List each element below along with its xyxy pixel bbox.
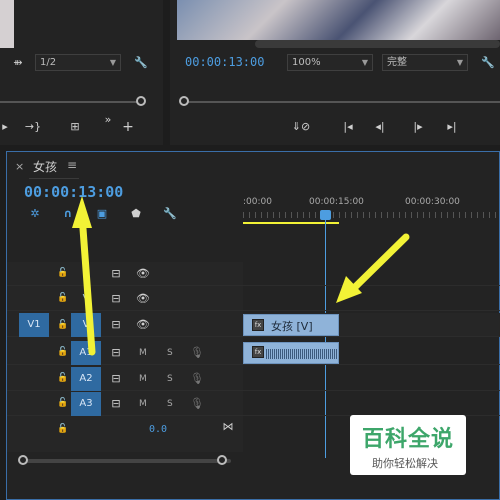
chevron-down-icon: ▼: [361, 58, 368, 67]
program-scrollbar[interactable]: [255, 40, 500, 48]
master-volume-value[interactable]: 0.0: [149, 424, 167, 435]
solo-button[interactable]: S: [167, 348, 173, 358]
nest-icon[interactable]: ✲: [27, 207, 43, 221]
film-icon[interactable]: ⊟: [109, 292, 123, 306]
program-video-frame: [177, 0, 500, 40]
watermark: 百科全说 助你轻松解决: [350, 415, 466, 475]
lock-icon[interactable]: 🔓: [57, 373, 68, 383]
ruler-label: :00:00: [243, 197, 272, 207]
scroll-left-knob[interactable]: [18, 455, 28, 465]
program-monitor: 00:00:13:00 100% ▼ 完整 ▼ 🔧 ⇓⊘ |◂ ◂| |▸ ▸|: [170, 0, 500, 145]
video-clip-label: 女孩 [V]: [271, 320, 313, 333]
track-name-a3[interactable]: A3: [71, 392, 101, 416]
mute-button[interactable]: M: [139, 374, 147, 384]
microphone-icon[interactable]: 🎙: [190, 372, 204, 386]
eye-icon[interactable]: 👁: [135, 292, 151, 306]
watermark-title: 百科全说: [362, 427, 455, 452]
mute-button[interactable]: M: [139, 399, 147, 409]
program-timecode[interactable]: 00:00:13:00: [185, 55, 264, 69]
lock-icon[interactable]: 🔓: [57, 347, 68, 357]
lock-icon[interactable]: 🔓: [57, 398, 68, 408]
solo-button[interactable]: S: [167, 399, 173, 409]
video-clip[interactable]: fx 女孩 [V]: [243, 314, 339, 336]
scroll-right-knob[interactable]: [217, 455, 227, 465]
program-time-slider[interactable]: [184, 101, 500, 103]
step-back-icon[interactable]: ◂|: [372, 120, 388, 134]
source-monitor: ⇻ 1/2 ▼ 🔧 ▸ →} ⊞ » +: [0, 0, 163, 145]
track-name-a2[interactable]: A2: [71, 367, 101, 391]
zoom-value: 100%: [292, 57, 321, 68]
markers-icon[interactable]: ⇻: [8, 56, 28, 70]
film-icon[interactable]: ⊟: [109, 346, 123, 360]
quality-value: 完整: [387, 57, 407, 68]
add-marker-icon[interactable]: ⬟: [129, 207, 143, 221]
snap-icon[interactable]: ∩: [60, 207, 76, 221]
chevron-down-icon: ▼: [456, 58, 463, 67]
lift-icon[interactable]: ⇓⊘: [290, 120, 312, 134]
track-name-v1[interactable]: V: [71, 313, 101, 337]
overwrite-icon[interactable]: ⊞: [65, 120, 85, 134]
microphone-icon[interactable]: 🎙: [190, 397, 204, 411]
track-name-v3[interactable]: V: [71, 262, 101, 286]
more-icon[interactable]: »: [101, 113, 115, 127]
tab-menu-icon[interactable]: ≡: [67, 158, 77, 172]
wrench-icon[interactable]: 🔧: [480, 56, 496, 70]
source-time-slider[interactable]: [0, 101, 140, 103]
track-name-a1[interactable]: A1: [71, 341, 101, 365]
watermark-subtitle: 助你轻松解决: [372, 457, 438, 470]
film-icon[interactable]: ⊟: [109, 267, 123, 281]
lock-icon[interactable]: 🔓: [57, 424, 68, 434]
scale-value: 1/2: [40, 57, 57, 68]
film-icon[interactable]: ⊟: [109, 397, 123, 411]
film-icon[interactable]: ⊟: [109, 372, 123, 386]
insert-icon[interactable]: →}: [24, 120, 42, 134]
quality-select[interactable]: 完整 ▼: [382, 54, 468, 71]
horizontal-scrollbar[interactable]: [21, 459, 231, 463]
linked-selection-icon[interactable]: ▣: [94, 207, 110, 221]
source-video-frame: [0, 0, 14, 48]
master-end-icon[interactable]: ⋈: [220, 420, 236, 434]
ruler-label: 00:00:30:00: [405, 197, 460, 207]
microphone-icon[interactable]: 🎙: [190, 346, 204, 360]
eye-icon[interactable]: 👁: [135, 318, 151, 332]
mute-button[interactable]: M: [139, 348, 147, 358]
tab-underline: [29, 178, 79, 179]
timeline-timecode[interactable]: 00:00:13:00: [24, 183, 123, 201]
next-edit-icon[interactable]: ▸|: [444, 120, 460, 134]
step-icon[interactable]: ▸: [0, 120, 10, 134]
lock-icon[interactable]: 🔓: [57, 293, 68, 303]
audio-clip[interactable]: fx: [243, 342, 339, 364]
zoom-select[interactable]: 100% ▼: [287, 54, 373, 71]
ruler-label: 00:00:15:00: [309, 197, 364, 207]
wrench-icon[interactable]: 🔧: [162, 207, 178, 221]
chevron-down-icon: ▼: [109, 58, 116, 67]
add-icon[interactable]: +: [120, 120, 136, 134]
ruler-ticks: [243, 212, 500, 218]
fx-icon: fx: [252, 319, 264, 331]
prev-edit-icon[interactable]: |◂: [340, 120, 356, 134]
source-patch-v1[interactable]: V1: [19, 313, 49, 337]
solo-button[interactable]: S: [167, 374, 173, 384]
eye-icon[interactable]: 👁: [135, 267, 151, 281]
wrench-icon[interactable]: 🔧: [133, 56, 149, 70]
scale-select[interactable]: 1/2 ▼: [35, 54, 121, 71]
track-name-v2[interactable]: V: [71, 287, 101, 311]
tab-close-icon[interactable]: ×: [15, 160, 24, 173]
playhead-line[interactable]: [325, 218, 326, 458]
play-icon[interactable]: |▸: [410, 120, 426, 134]
program-slider-knob[interactable]: [179, 96, 189, 106]
audio-waveform: [266, 349, 338, 359]
source-slider-knob[interactable]: [136, 96, 146, 106]
lock-icon[interactable]: 🔓: [57, 320, 68, 330]
film-icon[interactable]: ⊟: [109, 318, 123, 332]
tab-title[interactable]: 女孩: [33, 158, 57, 175]
fx-icon: fx: [252, 346, 264, 358]
lock-icon[interactable]: 🔓: [57, 268, 68, 278]
